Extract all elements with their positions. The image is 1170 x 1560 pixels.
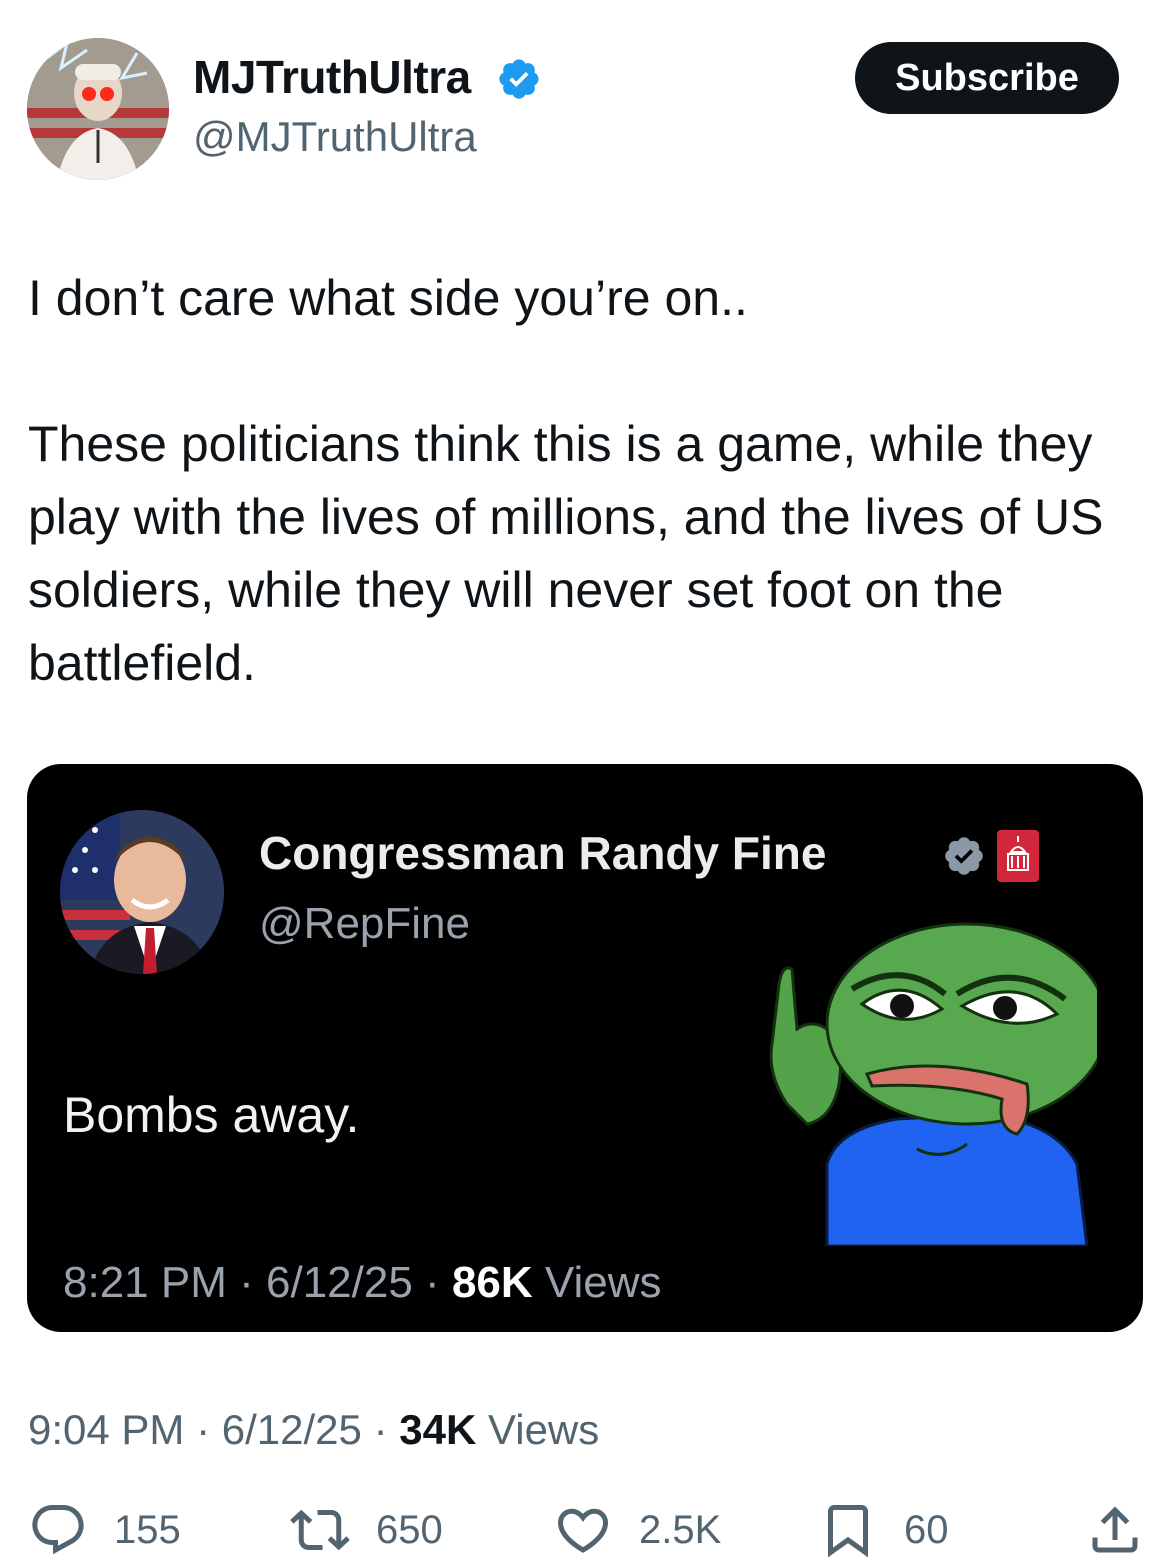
tweet-text-paragraph-2: These politicians think this is a game, …	[28, 416, 1104, 691]
separator: ·	[373, 1406, 388, 1453]
views-count[interactable]: 34K	[399, 1406, 476, 1453]
separator: ·	[239, 1258, 254, 1307]
author-display-name[interactable]: MJTruthUltra	[193, 50, 471, 104]
author-handle[interactable]: @MJTruthUltra	[193, 113, 477, 161]
heart-icon	[557, 1508, 609, 1553]
quoted-author-handle: @RepFine	[259, 899, 470, 948]
government-badge-icon	[997, 830, 1039, 882]
quoted-time: 8:21 PM	[63, 1258, 227, 1307]
bookmark-button[interactable]: 60	[818, 1500, 949, 1560]
quoted-author-name: Congressman Randy Fine	[259, 827, 827, 879]
tweet-header: MJTruthUltra @MJTruthUltra Subscribe	[0, 0, 1170, 200]
bookmark-icon	[828, 1505, 868, 1558]
author-avatar[interactable]	[27, 38, 169, 180]
reply-count: 155	[114, 1507, 181, 1552]
separator: ·	[196, 1406, 211, 1453]
tweet-date[interactable]: 6/12/25	[222, 1406, 362, 1453]
quoted-tweet-text: Bombs away.	[63, 1087, 360, 1143]
tweet-meta: 9:04 PM · 6/12/25 · 34K Views	[28, 1406, 599, 1454]
verified-badge-icon	[945, 837, 983, 875]
action-bar: 155 650 2.5K 60	[0, 1500, 1170, 1560]
repost-button[interactable]: 650	[290, 1500, 443, 1560]
quoted-tweet-meta: 8:21 PM · 6/12/25 · 86K Views	[63, 1258, 661, 1308]
tweet-text-line-1: I don’t care what side you’re on..	[28, 270, 748, 326]
share-icon	[1092, 1506, 1138, 1553]
separator: ·	[425, 1258, 440, 1307]
repost-icon	[290, 1509, 350, 1551]
like-count: 2.5K	[639, 1507, 722, 1552]
quoted-date: 6/12/25	[266, 1258, 413, 1307]
bookmark-count: 60	[904, 1507, 949, 1552]
reply-button[interactable]: 155	[28, 1500, 181, 1560]
tweet-time[interactable]: 9:04 PM	[28, 1406, 184, 1453]
views-label[interactable]: Views	[488, 1406, 599, 1453]
quoted-views-label: Views	[544, 1258, 662, 1307]
verified-badge-icon	[499, 59, 539, 99]
quoted-tweet-image[interactable]: Congressman Randy Fine @RepFine Bombs aw…	[27, 764, 1143, 1332]
like-button[interactable]: 2.5K	[553, 1500, 721, 1560]
quoted-author-avatar	[60, 810, 224, 974]
tweet-text: I don’t care what side you’re on.. These…	[28, 262, 1138, 700]
frog-meme-image	[769, 922, 1097, 1246]
share-button[interactable]	[1085, 1500, 1145, 1560]
subscribe-button[interactable]: Subscribe	[855, 42, 1119, 114]
reply-icon	[32, 1505, 84, 1555]
quoted-views-count: 86K	[451, 1258, 533, 1307]
repost-count: 650	[376, 1507, 443, 1552]
